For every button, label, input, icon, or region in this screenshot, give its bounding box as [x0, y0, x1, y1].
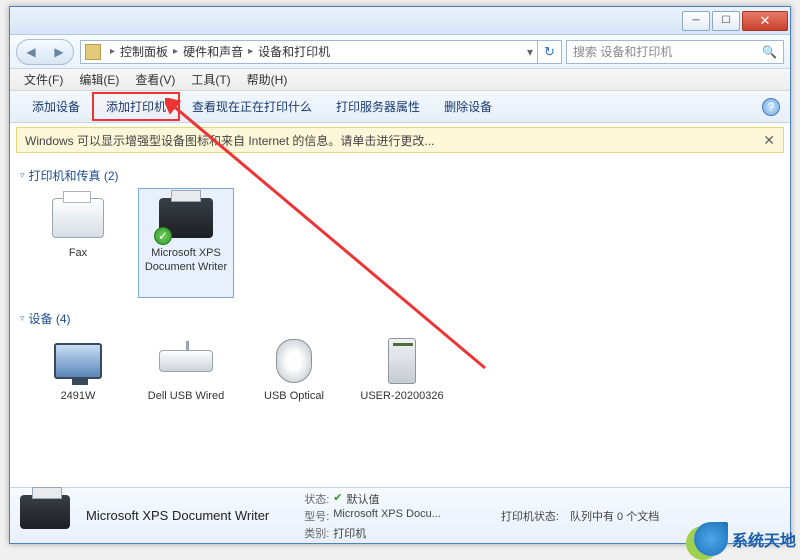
menu-bar: 文件(F) 编辑(E) 查看(V) 工具(T) 帮助(H): [10, 69, 790, 91]
details-thumb: [20, 495, 76, 537]
details-queue-value: 队列中有 0 个文档: [570, 508, 659, 524]
folder-icon: [85, 44, 101, 60]
default-check-icon: ✓: [154, 227, 172, 245]
watermark-icon: [694, 522, 728, 556]
breadcrumb-item[interactable]: 设备和打印机: [258, 43, 330, 60]
computer-icon: [388, 338, 416, 384]
control-panel-window: ─ ☐ ✕ ◀ ▶ ▸ 控制面板 ▸ 硬件和声音 ▸ 设备和打印机 ▾ ↻ 搜索…: [9, 6, 791, 544]
menu-edit[interactable]: 编辑(E): [71, 71, 127, 88]
group-title: 设备 (4): [29, 310, 71, 327]
details-pane: Microsoft XPS Document Writer 状态: ✔ 默认值 …: [10, 487, 790, 543]
item-label: USER-20200326: [360, 390, 443, 404]
device-item-computer[interactable]: USER-20200326: [354, 331, 450, 429]
device-item-fax[interactable]: Fax: [30, 188, 126, 298]
nav-back-forward[interactable]: ◀ ▶: [16, 39, 74, 65]
details-model-value: Microsoft XPS Docu...: [333, 508, 441, 524]
minimize-button[interactable]: ─: [682, 11, 710, 31]
collapse-icon: ▿: [20, 170, 25, 181]
view-printing-button[interactable]: 查看现在正在打印什么: [180, 94, 324, 119]
watermark-text: 系统天地: [732, 527, 796, 551]
details-category-value: 打印机: [333, 525, 366, 541]
maximize-button[interactable]: ☐: [712, 11, 740, 31]
collapse-icon: ▿: [20, 313, 25, 324]
monitor-icon: [54, 343, 102, 379]
close-icon[interactable]: ✕: [763, 132, 775, 149]
details-category-label: 类别:: [293, 525, 329, 541]
item-label: Fax: [69, 247, 87, 261]
menu-help[interactable]: 帮助(H): [239, 71, 296, 88]
mouse-icon: [276, 339, 312, 383]
breadcrumb-item[interactable]: 硬件和声音: [183, 43, 243, 60]
chevron-right-icon: ▸: [110, 46, 115, 57]
details-status-value: 默认值: [346, 491, 379, 507]
content-area: ▿ 打印机和传真 (2) Fax ✓ Microsoft XPS Documen…: [10, 153, 790, 503]
address-bar[interactable]: ▸ 控制面板 ▸ 硬件和声音 ▸ 设备和打印机 ▾: [80, 40, 538, 64]
menu-file[interactable]: 文件(F): [16, 71, 71, 88]
dropdown-icon[interactable]: ▾: [527, 45, 533, 59]
add-printer-button[interactable]: 添加打印机: [92, 92, 180, 121]
details-model-label: 型号:: [293, 508, 329, 524]
details-queue-label: 打印机状态:: [501, 508, 559, 524]
item-label: USB Optical: [264, 390, 324, 404]
add-device-button[interactable]: 添加设备: [20, 94, 92, 119]
devices-list: 2491W Dell USB Wired USB Optical USER-20…: [20, 331, 780, 429]
device-item-xps[interactable]: ✓ Microsoft XPS Document Writer: [138, 188, 234, 298]
group-header-printers[interactable]: ▿ 打印机和传真 (2): [20, 167, 780, 184]
keyboard-icon: [159, 350, 213, 372]
chevron-right-icon: ▸: [248, 46, 253, 57]
search-placeholder: 搜索 设备和打印机: [573, 43, 672, 60]
forward-icon[interactable]: ▶: [54, 45, 63, 59]
print-server-props-button[interactable]: 打印服务器属性: [324, 94, 432, 119]
info-bar[interactable]: Windows 可以显示增强型设备图标和来自 Internet 的信息。请单击进…: [16, 127, 784, 153]
item-label: Dell USB Wired: [148, 390, 224, 404]
search-input[interactable]: 搜索 设备和打印机 🔍: [566, 40, 784, 64]
group-title: 打印机和传真 (2): [29, 167, 119, 184]
check-icon: ✔: [333, 491, 342, 507]
close-button[interactable]: ✕: [742, 11, 788, 31]
window-titlebar: ─ ☐ ✕: [10, 7, 790, 35]
fax-icon: [52, 198, 104, 238]
info-bar-text: Windows 可以显示增强型设备图标和来自 Internet 的信息。请单击进…: [25, 132, 434, 149]
menu-tools[interactable]: 工具(T): [183, 71, 238, 88]
item-label: 2491W: [61, 390, 96, 404]
back-icon[interactable]: ◀: [26, 45, 35, 59]
menu-view[interactable]: 查看(V): [127, 71, 183, 88]
chevron-right-icon: ▸: [173, 46, 178, 57]
device-item-monitor[interactable]: 2491W: [30, 331, 126, 429]
remove-device-button[interactable]: 删除设备: [432, 94, 504, 119]
help-icon[interactable]: ?: [762, 98, 780, 116]
refresh-button[interactable]: ↻: [538, 40, 562, 64]
group-header-devices[interactable]: ▿ 设备 (4): [20, 310, 780, 327]
printer-icon: [20, 495, 70, 529]
device-item-keyboard[interactable]: Dell USB Wired: [138, 331, 234, 429]
printers-list: Fax ✓ Microsoft XPS Document Writer: [20, 188, 780, 298]
item-label: Microsoft XPS Document Writer: [139, 247, 233, 275]
details-status-label: 状态:: [293, 491, 329, 507]
toolbar: 添加设备 添加打印机 查看现在正在打印什么 打印服务器属性 删除设备 ?: [10, 91, 790, 123]
watermark: 系统天地: [694, 522, 796, 556]
breadcrumb-item[interactable]: 控制面板: [120, 43, 168, 60]
device-item-mouse[interactable]: USB Optical: [246, 331, 342, 429]
search-icon: 🔍: [762, 45, 777, 59]
nav-bar: ◀ ▶ ▸ 控制面板 ▸ 硬件和声音 ▸ 设备和打印机 ▾ ↻ 搜索 设备和打印…: [10, 35, 790, 69]
details-name: Microsoft XPS Document Writer: [86, 508, 269, 523]
